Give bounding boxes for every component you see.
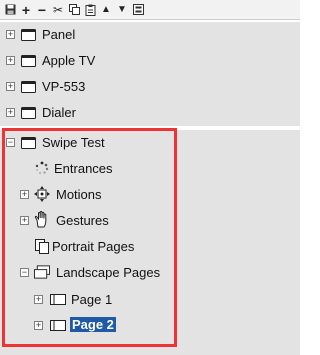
window-icon — [20, 54, 36, 68]
tree-item-label: VP-553 — [42, 79, 86, 94]
entrances-icon — [34, 161, 50, 175]
tree-item-gestures[interactable]: + Gestures — [0, 208, 300, 234]
tree-item-label: Motions — [56, 187, 102, 202]
move-down-icon[interactable]: ▼ — [115, 3, 129, 17]
expand-toggle[interactable]: + — [34, 321, 43, 330]
window-icon — [20, 136, 36, 150]
tree-item-label: Entrances — [54, 161, 113, 176]
gestures-hand-icon — [34, 210, 50, 227]
remove-icon[interactable]: − — [35, 3, 49, 17]
tree-item-apple-tv[interactable]: + Apple TV — [0, 48, 300, 75]
save-icon[interactable] — [3, 3, 17, 17]
page-icon — [50, 318, 66, 332]
motions-icon — [34, 186, 50, 202]
tree-item-label: Panel — [42, 27, 76, 42]
tree-view: + Panel + Apple TV + VP-553 + Dialer − S… — [0, 20, 300, 355]
tree-item-vp-553[interactable]: + VP-553 — [0, 74, 300, 101]
portrait-pages-icon — [34, 238, 50, 254]
tree-item-label: Portrait Pages — [52, 239, 135, 254]
tree-item-label: Gestures — [56, 213, 109, 228]
landscape-pages-icon — [34, 265, 50, 279]
copy-icon[interactable] — [67, 3, 81, 17]
window-icon — [20, 80, 36, 94]
tree-item-label: Apple TV — [42, 53, 96, 68]
tree-toolbar: + − ✂ ▲ ▼ — [0, 0, 300, 20]
tree-item-label: Swipe Test — [42, 135, 105, 150]
tree-item-portrait-pages[interactable]: Portrait Pages — [0, 234, 300, 260]
expand-toggle[interactable]: + — [34, 295, 43, 304]
window-icon — [20, 106, 36, 120]
tree-item-page-2[interactable]: + Page 2 — [0, 312, 300, 338]
expand-toggle[interactable]: + — [20, 216, 29, 225]
add-icon[interactable]: + — [19, 3, 33, 17]
expand-toggle[interactable]: + — [6, 82, 15, 91]
tree-item-label: Dialer — [42, 105, 76, 120]
tree-item-dialer[interactable]: + Dialer — [0, 100, 300, 127]
page-icon — [50, 292, 66, 306]
collapse-toggle[interactable]: − — [6, 138, 15, 147]
tree-item-label-selected: Page 2 — [70, 317, 116, 332]
expand-toggle[interactable]: + — [6, 108, 15, 117]
expand-toggle[interactable]: + — [20, 190, 29, 199]
expand-toggle[interactable]: + — [6, 56, 15, 65]
tree-item-page-1[interactable]: + Page 1 — [0, 286, 300, 312]
tree-item-label: Page 1 — [71, 292, 113, 307]
move-up-icon[interactable]: ▲ — [99, 3, 113, 17]
tree-item-panel[interactable]: + Panel — [0, 22, 300, 49]
tree-item-landscape-pages[interactable]: − Landscape Pages — [0, 260, 300, 286]
tree-item-label: Landscape Pages — [56, 265, 161, 280]
collapse-toggle[interactable]: − — [20, 268, 29, 277]
cut-icon[interactable]: ✂ — [51, 3, 65, 17]
paste-icon[interactable] — [83, 3, 97, 17]
tree-item-motions[interactable]: + Motions — [0, 182, 300, 208]
collapse-all-icon[interactable] — [131, 3, 145, 17]
tree-item-swipe-test[interactable]: − Swipe Test — [0, 130, 300, 156]
window-icon — [20, 28, 36, 42]
tree-item-entrances[interactable]: Entrances — [0, 156, 300, 182]
expand-toggle[interactable]: + — [6, 30, 15, 39]
